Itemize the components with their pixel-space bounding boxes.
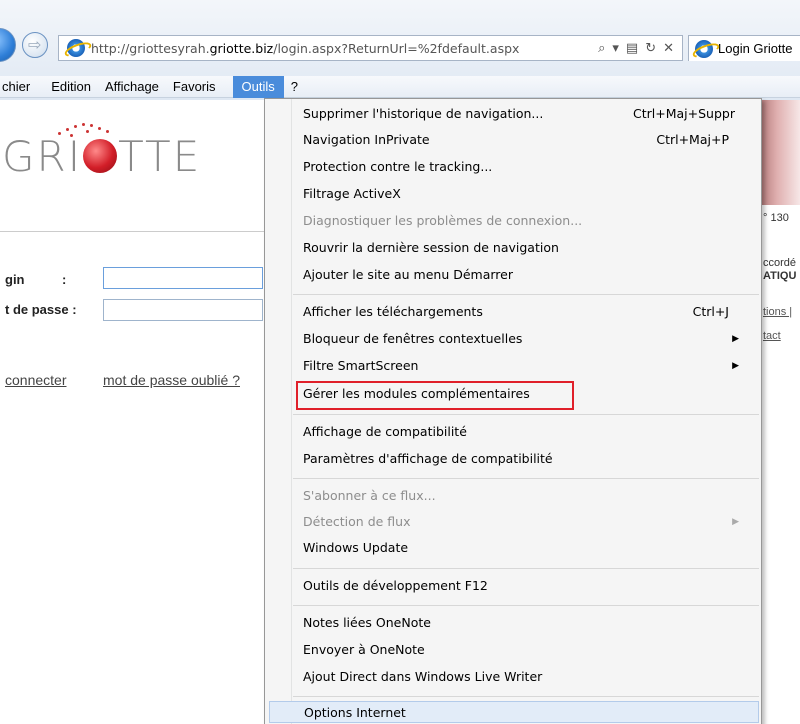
menu-item-label: Afficher les téléchargements [303, 304, 483, 319]
menu-help[interactable]: ? [284, 76, 305, 98]
menu-item-downloads[interactable]: Afficher les téléchargements Ctrl+J [303, 301, 753, 323]
menu-separator [293, 605, 759, 606]
menu-item-label: Paramètres d'affichage de compatibilité [303, 451, 553, 466]
menu-item-shortcut: Ctrl+J [692, 304, 729, 319]
url-prefix: http://griottesyrah. [91, 40, 210, 56]
menu-separator [293, 696, 759, 697]
menu-separator [293, 478, 759, 479]
url-host: griotte.biz [209, 40, 274, 56]
menu-item-compatibility-view[interactable]: Affichage de compatibilité [303, 421, 753, 443]
menu-separator [293, 414, 759, 415]
menu-item-send-to-onenote[interactable]: Envoyer à OneNote [303, 639, 753, 661]
menu-separator [293, 294, 759, 295]
menu-item-label: Ajouter le site au menu Démarrer [303, 267, 513, 282]
menu-item-label: Détection de flux [303, 514, 411, 529]
menu-item-f12-tools[interactable]: Outils de développement F12 [303, 575, 753, 597]
submenu-arrow-icon: ▶ [732, 334, 739, 344]
menu-item-shortcut: Ctrl+Maj+P [656, 132, 729, 147]
submenu-arrow-icon: ▶ [732, 361, 739, 371]
right-atiq-text: ATIQU [763, 270, 797, 282]
menu-item-label: Notes liées OneNote [303, 615, 431, 630]
outils-menu: Supprimer l'historique de navigation... … [264, 98, 762, 724]
menu-item-label: Filtrage ActiveX [303, 186, 401, 201]
menu-item-label: S'abonner à ce flux... [303, 488, 436, 503]
griotte-logo: GRI TTE [2, 132, 201, 181]
forward-button[interactable]: ⇨ [22, 32, 48, 58]
menu-item-shortcut: Ctrl+Maj+Suppr [633, 106, 735, 121]
login-label: gin [5, 272, 25, 287]
menu-fichier[interactable]: chier [0, 76, 44, 98]
menu-separator [293, 568, 759, 569]
menu-item-label: Supprimer l'historique de navigation... [303, 106, 544, 121]
menu-item-label: Rouvrir la dernière session de navigatio… [303, 240, 559, 255]
menu-affichage[interactable]: Affichage [98, 76, 166, 98]
forgot-password-link[interactable]: mot de passe oublié ? [103, 372, 240, 388]
menu-bar: chier Edition Affichage Favoris Outils ? [0, 75, 800, 98]
menu-item-add-to-start[interactable]: Ajouter le site au menu Démarrer [303, 264, 753, 286]
menu-item-inprivate[interactable]: Navigation InPrivate Ctrl+Maj+P [303, 129, 753, 151]
refresh-icon[interactable]: ↻ [645, 41, 656, 56]
password-label: t de passe : [5, 302, 77, 317]
right-contact-link[interactable]: tact [763, 330, 781, 342]
header-banner [762, 100, 800, 205]
login-colon: : [62, 272, 67, 287]
menu-item-delete-history[interactable]: Supprimer l'historique de navigation... … [303, 103, 753, 125]
search-icon[interactable]: ⌕ [598, 41, 605, 56]
dropdown-icon[interactable]: ▾ [612, 41, 619, 56]
menu-item-activex-filtering[interactable]: Filtrage ActiveX [303, 183, 753, 205]
right-tions-link[interactable]: tions | [763, 306, 792, 318]
password-input[interactable] [103, 299, 263, 321]
menu-item-compatibility-settings[interactable]: Paramètres d'affichage de compatibilité [303, 448, 753, 470]
ie-page-icon [67, 39, 85, 57]
highlight-annotation-box [296, 381, 574, 410]
menu-item-label: Protection contre le tracking... [303, 159, 493, 174]
menu-item-label: Filtre SmartScreen [303, 358, 419, 373]
menu-item-subscribe-feed: S'abonner à ce flux... [303, 485, 753, 507]
address-bar[interactable]: http://griottesyrah.griotte.biz/login.as… [58, 35, 683, 61]
logo-text-left: GRI [2, 132, 83, 181]
menu-item-label: Affichage de compatibilité [303, 424, 467, 439]
tab-title: Login Griotte [718, 41, 793, 56]
connect-link[interactable]: connecter [5, 372, 66, 388]
menu-item-label: Envoyer à OneNote [303, 642, 425, 657]
menu-edition[interactable]: Edition [44, 76, 98, 98]
right-accord-text: ccordé [763, 257, 797, 269]
stop-icon[interactable]: ✕ [663, 41, 674, 56]
submenu-arrow-icon: ▶ [732, 517, 739, 527]
login-input[interactable] [103, 267, 263, 289]
header-divider [0, 231, 265, 232]
menu-item-diagnose-connection: Diagnostiquer les problèmes de connexion… [303, 210, 753, 232]
menu-item-tracking-protection[interactable]: Protection contre le tracking... [303, 156, 753, 178]
menu-outils[interactable]: Outils [232, 75, 284, 98]
menu-item-feed-discovery: Détection de flux ▶ [303, 511, 753, 533]
menu-item-live-writer[interactable]: Ajout Direct dans Windows Live Writer [303, 666, 753, 688]
menu-item-onenote-linked-notes[interactable]: Notes liées OneNote [303, 612, 753, 634]
logo-text-right: TTE [118, 132, 202, 181]
url-text[interactable]: http://griottesyrah.griotte.biz/login.as… [91, 41, 519, 56]
cherry-icon [83, 139, 118, 173]
menu-item-reopen-session[interactable]: Rouvrir la dernière session de navigatio… [303, 237, 753, 259]
menu-item-label: Navigation InPrivate [303, 132, 430, 147]
menu-item-label: Options Internet [304, 705, 406, 720]
menu-item-windows-update[interactable]: Windows Update [303, 537, 753, 559]
menu-favoris[interactable]: Favoris [166, 76, 223, 98]
right-number-text: ° 130 [763, 212, 789, 224]
menu-item-label: Ajout Direct dans Windows Live Writer [303, 669, 543, 684]
address-bar-actions: ⌕ ▾ ▤ ↻ ✕ [598, 41, 682, 56]
browser-tab[interactable]: Login Griotte [688, 35, 800, 61]
compatibility-view-icon[interactable]: ▤ [626, 41, 638, 56]
menu-item-label: Bloqueur de fenêtres contextuelles [303, 331, 523, 346]
menu-item-label: Windows Update [303, 540, 409, 555]
tab-ie-icon [695, 39, 713, 58]
back-button[interactable] [0, 28, 16, 62]
menu-item-label: Outils de développement F12 [303, 578, 488, 593]
menu-item-smartscreen[interactable]: Filtre SmartScreen ▶ [303, 355, 753, 377]
forward-arrow-icon: ⇨ [28, 35, 42, 54]
menu-item-internet-options[interactable]: Options Internet [269, 701, 759, 723]
url-path: /login.aspx?ReturnUrl=%2fdefault.aspx [273, 40, 520, 56]
menu-item-label: Diagnostiquer les problèmes de connexion… [303, 213, 583, 228]
menu-item-popup-blocker[interactable]: Bloqueur de fenêtres contextuelles ▶ [303, 328, 753, 350]
